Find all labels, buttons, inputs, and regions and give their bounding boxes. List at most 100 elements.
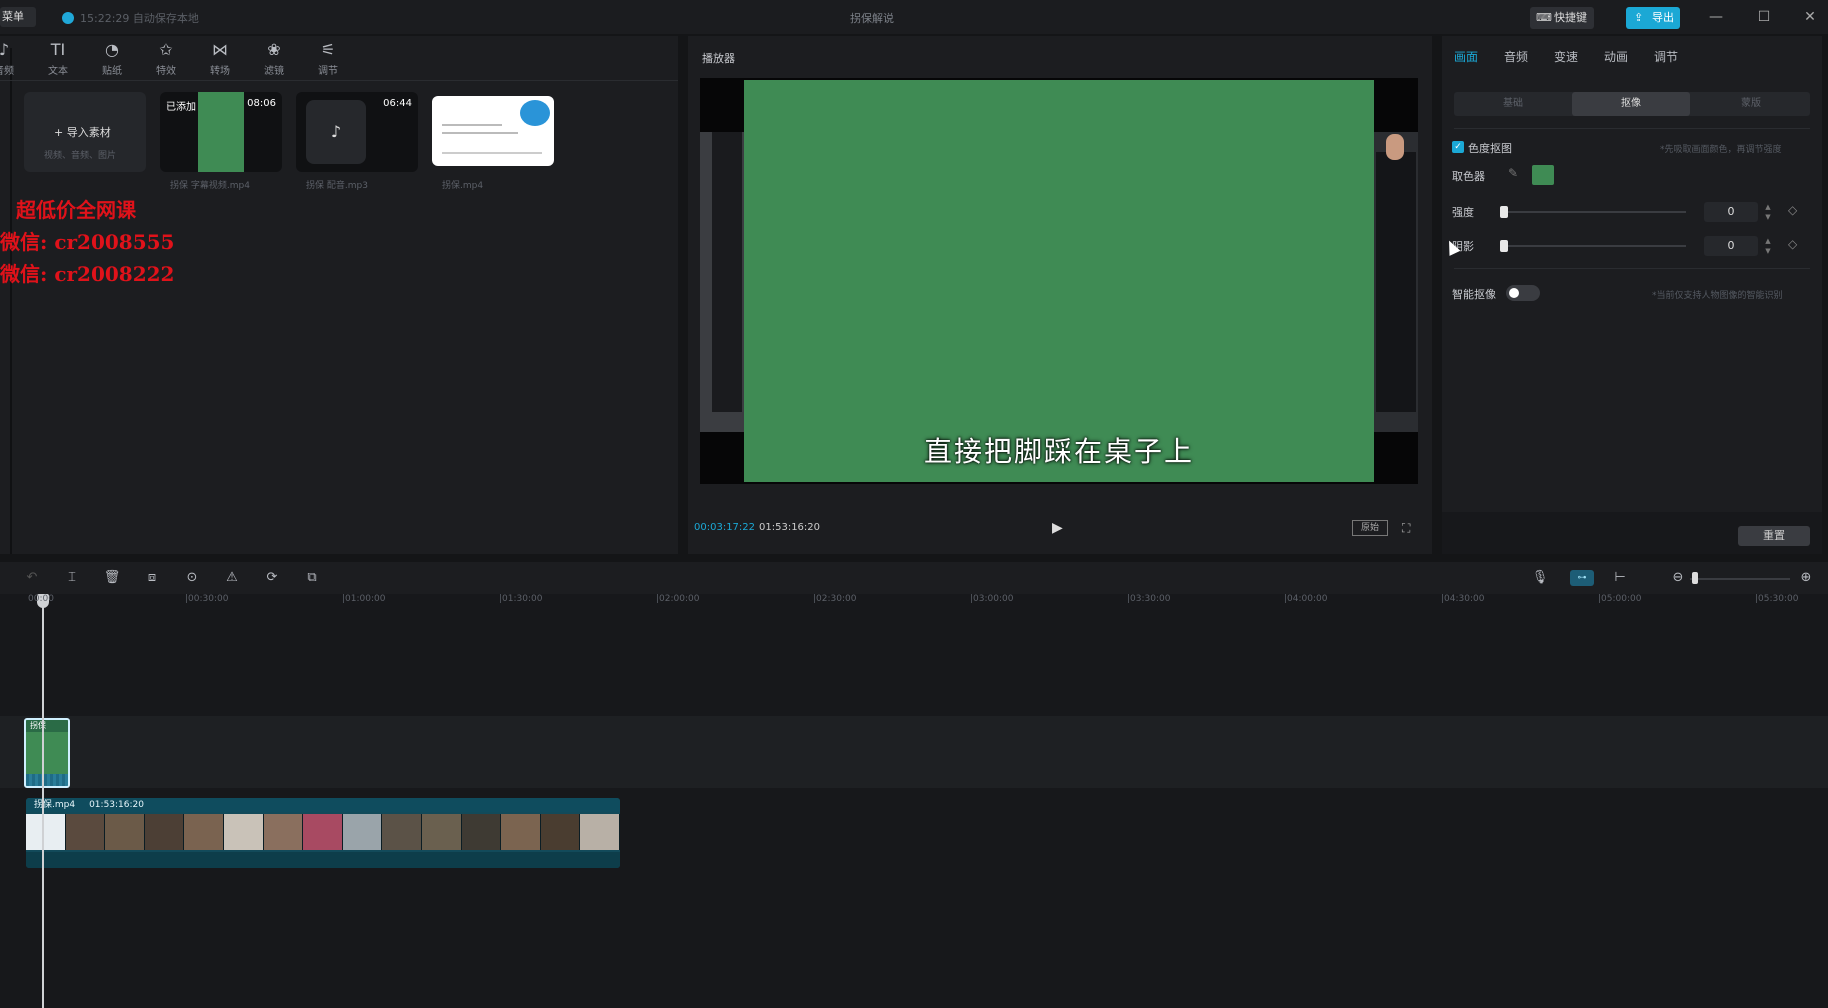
shortcut-button[interactable]: ⌨ 快捷键 xyxy=(1530,7,1594,29)
split-icon[interactable]: ⌶ xyxy=(62,569,82,587)
link-icon[interactable]: ⊶ xyxy=(1570,570,1594,586)
main-video-clip[interactable]: 拐保.mp4 01:53:16:20 xyxy=(26,798,620,868)
smart-cutout-hint: *当前仅支持人物图像的智能识别 xyxy=(1652,291,1783,301)
zoom-slider[interactable] xyxy=(1690,578,1790,580)
freeze-icon[interactable]: ⧈ xyxy=(142,569,162,587)
zoom-knob[interactable] xyxy=(1692,572,1698,584)
rotate-icon[interactable]: ⟳ xyxy=(262,569,282,587)
keyframe-icon[interactable]: ◇ xyxy=(1788,237,1797,251)
green-screen-layer: 直接把脚踩在桌子上 xyxy=(744,80,1374,482)
clip-frame xyxy=(303,814,343,850)
play-region-icon[interactable]: ⊙ xyxy=(182,569,202,587)
media-item-audio[interactable]: ♪ 06:44 xyxy=(296,92,418,172)
play-icon[interactable]: ▶ xyxy=(1052,520,1066,536)
undo-icon[interactable]: ↶ xyxy=(22,569,42,587)
clip-frame xyxy=(501,814,541,850)
zoom-in-icon[interactable]: ⊕ xyxy=(1796,569,1816,587)
fullscreen-icon[interactable]: ⛶ xyxy=(1402,520,1418,536)
picked-color-swatch[interactable] xyxy=(1532,165,1554,185)
export-label: 导出 xyxy=(1652,11,1674,24)
title-bar: 菜单 ⌄ 15:22:29 自动保存本地 拐保解说 ⌨ 快捷键 ⇪ 导出 — ☐… xyxy=(0,0,1828,43)
chroma-key-checkbox[interactable]: ✓ xyxy=(1452,141,1464,153)
split-view-icon[interactable]: ⊢ xyxy=(1610,569,1630,587)
ruler-label: |03:30:00 xyxy=(1127,594,1171,604)
crop-icon[interactable]: ⧉ xyxy=(302,569,322,587)
maximize-button[interactable]: ☐ xyxy=(1752,6,1776,28)
clip-header: 拐保.mp4 01:53:16:20 xyxy=(26,798,620,812)
export-button[interactable]: ⇪ 导出 xyxy=(1626,7,1680,29)
media-tab-adjust[interactable]: ⚟ 调节 xyxy=(306,40,350,80)
tab-speed[interactable]: 变速 xyxy=(1554,48,1578,65)
minimize-button[interactable]: — xyxy=(1704,6,1728,28)
overlay-clip[interactable]: 拐保 xyxy=(24,718,70,788)
strength-knob[interactable] xyxy=(1500,206,1508,218)
menu-label: 菜单 xyxy=(2,10,24,23)
smart-cutout-toggle[interactable] xyxy=(1506,285,1540,301)
autosave-icon xyxy=(62,12,74,24)
playhead[interactable] xyxy=(42,598,44,1008)
mirror-icon[interactable]: ⚠ xyxy=(222,569,242,587)
shadow-stepper[interactable]: ▲ ▼ xyxy=(1762,236,1774,256)
media-tab-audio[interactable]: ♪ 音频 xyxy=(0,40,26,80)
zoom-out-icon[interactable]: ⊖ xyxy=(1668,569,1688,587)
ratio-button[interactable]: 原始 xyxy=(1352,520,1388,536)
clip-frame xyxy=(461,814,502,850)
ruler-label: |04:00:00 xyxy=(1284,594,1328,604)
ruler-label: |01:00:00 xyxy=(342,594,386,604)
tab-video[interactable]: 画面 xyxy=(1454,48,1478,65)
media-name: 拐保 配音.mp3 xyxy=(306,181,368,191)
strength-input[interactable]: 0 xyxy=(1704,202,1758,222)
import-hint: 视频、音频、图片 xyxy=(44,151,117,161)
keyframe-icon[interactable]: ◇ xyxy=(1788,203,1797,217)
subtab-basic[interactable]: 基础 xyxy=(1454,92,1572,116)
strength-slider[interactable] xyxy=(1500,211,1686,213)
clip-frame xyxy=(263,814,304,850)
divider xyxy=(1454,268,1810,269)
subtab-mask[interactable]: 蒙版 xyxy=(1692,92,1810,116)
ruler-label: |05:30:00 xyxy=(1755,594,1799,604)
media-item-video[interactable] xyxy=(432,96,554,166)
sticker-icon: ◔ xyxy=(105,40,119,59)
clip-name: 拐保.mp4 xyxy=(34,800,76,810)
shortcut-label: 快捷键 xyxy=(1554,11,1587,24)
video-background xyxy=(1386,134,1404,160)
import-media-button[interactable]: + 导入素材 视频、音频、图片 xyxy=(24,92,146,172)
eyedropper-icon[interactable]: ✎ xyxy=(1508,166,1518,180)
menu-button[interactable]: 菜单 ⌄ xyxy=(0,7,36,43)
subtab-cutout[interactable]: 抠像 xyxy=(1572,92,1690,116)
autosave-status: 15:22:29 自动保存本地 xyxy=(80,12,199,25)
shadow-slider[interactable] xyxy=(1500,245,1686,247)
shadow-knob[interactable] xyxy=(1500,240,1508,252)
delete-icon[interactable]: 🗑 xyxy=(102,569,122,587)
clip-frame xyxy=(184,814,224,850)
clip-frame xyxy=(342,814,383,850)
green-thumbnail xyxy=(198,92,244,172)
tab-animation[interactable]: 动画 xyxy=(1604,48,1628,65)
media-tab-text[interactable]: TI 文本 xyxy=(36,40,80,80)
close-button[interactable]: ✕ xyxy=(1798,6,1822,28)
thumb-line xyxy=(442,132,518,134)
chroma-key-label: 色度抠图 xyxy=(1468,142,1512,155)
media-item-video-subtitle[interactable]: 已添加 08:06 xyxy=(160,92,282,172)
video-preview[interactable]: 直接把脚踩在桌子上 xyxy=(700,78,1418,484)
media-name: 拐保.mp4 xyxy=(442,181,484,191)
project-title: 拐保解说 xyxy=(850,12,894,25)
keyboard-icon: ⌨ xyxy=(1536,11,1552,24)
tab-adjust[interactable]: 调节 xyxy=(1654,48,1678,65)
media-tab-filter[interactable]: ❀ 滤镜 xyxy=(252,40,296,80)
subtitle-text: 直接把脚踩在桌子上 xyxy=(923,435,1194,468)
watermark-line: 超低价全网课 xyxy=(16,198,136,222)
tab-audio[interactable]: 音频 xyxy=(1504,48,1528,65)
export-icon: ⇪ xyxy=(1634,11,1644,24)
mic-icon[interactable]: 🎙 xyxy=(1530,569,1550,587)
ruler-label: |02:30:00 xyxy=(813,594,857,604)
reset-button[interactable]: 重置 xyxy=(1738,526,1810,546)
media-tab-label: 特效 xyxy=(156,66,176,77)
watermark-line: 微信: cr2008555 xyxy=(0,230,175,254)
media-tab-effects[interactable]: ✩ 特效 xyxy=(144,40,188,80)
media-tab-label: 滤镜 xyxy=(264,66,284,77)
media-tab-sticker[interactable]: ◔ 贴纸 xyxy=(90,40,134,80)
media-tab-transition[interactable]: ⋈ 转场 xyxy=(198,40,242,80)
strength-stepper[interactable]: ▲ ▼ xyxy=(1762,202,1774,222)
shadow-input[interactable]: 0 xyxy=(1704,236,1758,256)
